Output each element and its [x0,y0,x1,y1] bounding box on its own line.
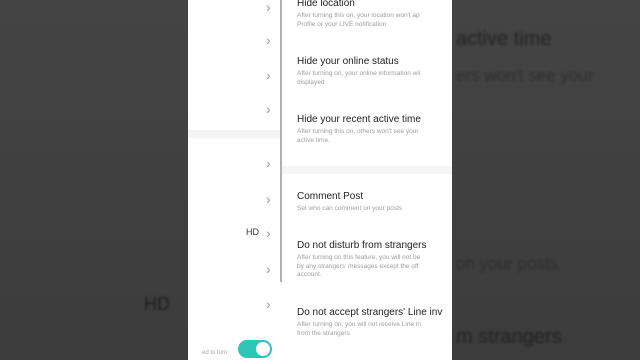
background-hd-text: HD [144,294,170,314]
chevron-right-icon[interactable]: › [266,156,271,170]
chevron-right-icon[interactable]: › [266,68,271,82]
privacy-settings-panel: Hide location After turning this on, you… [282,0,452,360]
section-divider [282,166,452,174]
underlying-settings-list: › › › › › › HD › › › ed to turn [188,0,280,360]
setting-description: Set who can comment on your posts [297,205,403,212]
setting-title: Hide your recent active time [297,114,421,125]
toggle-description: ed to turn [202,350,228,356]
chevron-right-icon[interactable]: › [266,226,271,240]
setting-description: After turning this on, others won't see … [297,128,419,144]
section-divider [188,130,280,138]
setting-comment-post[interactable]: Comment Post Set who can comment on your… [297,191,452,214]
toggle-switch[interactable] [238,340,272,358]
background-right: active time ers won't see your on your p… [452,0,640,360]
background-text: active time [456,28,552,50]
background-text: on your posts [456,254,559,273]
toggle-knob [256,342,270,356]
setting-do-not-disturb-strangers[interactable]: Do not disturb from strangers After turn… [297,240,452,280]
chevron-right-icon[interactable]: › [266,0,271,14]
setting-description: After turning on, your online informatio… [297,70,421,86]
setting-description: After turning on this feature, you will … [297,254,421,278]
setting-title: Comment Post [297,191,364,202]
background-text: ers won't see your [456,66,594,85]
setting-title: Hide location [297,0,355,9]
setting-reject-stranger-invites[interactable]: Do not accept strangers' Line inv After … [297,307,452,338]
setting-title: Do not disturb from strangers [297,240,427,251]
setting-title: Hide your online status [297,56,399,67]
setting-hide-online-status[interactable]: Hide your online status After turning on… [297,56,452,87]
quality-label: HD [246,227,259,237]
chevron-right-icon[interactable]: › [266,33,271,47]
phone-screen: › › › › › › HD › › › ed to turn Hide loc… [188,0,452,360]
chevron-right-icon[interactable]: › [266,102,271,116]
setting-hide-location[interactable]: Hide location After turning this on, you… [297,0,452,29]
setting-hide-active-time[interactable]: Hide your recent active time After turni… [297,114,452,145]
chevron-right-icon[interactable]: › [266,262,271,276]
chevron-right-icon[interactable]: › [266,297,271,311]
background-left: HD [0,0,188,360]
chevron-right-icon[interactable]: › [266,192,271,206]
setting-title: Do not accept strangers' Line inv [297,307,443,318]
setting-description: After turning on, you will not receive L… [297,321,421,337]
background-text: m strangers [456,326,562,348]
setting-description: After turning this on, your location won… [297,12,420,28]
